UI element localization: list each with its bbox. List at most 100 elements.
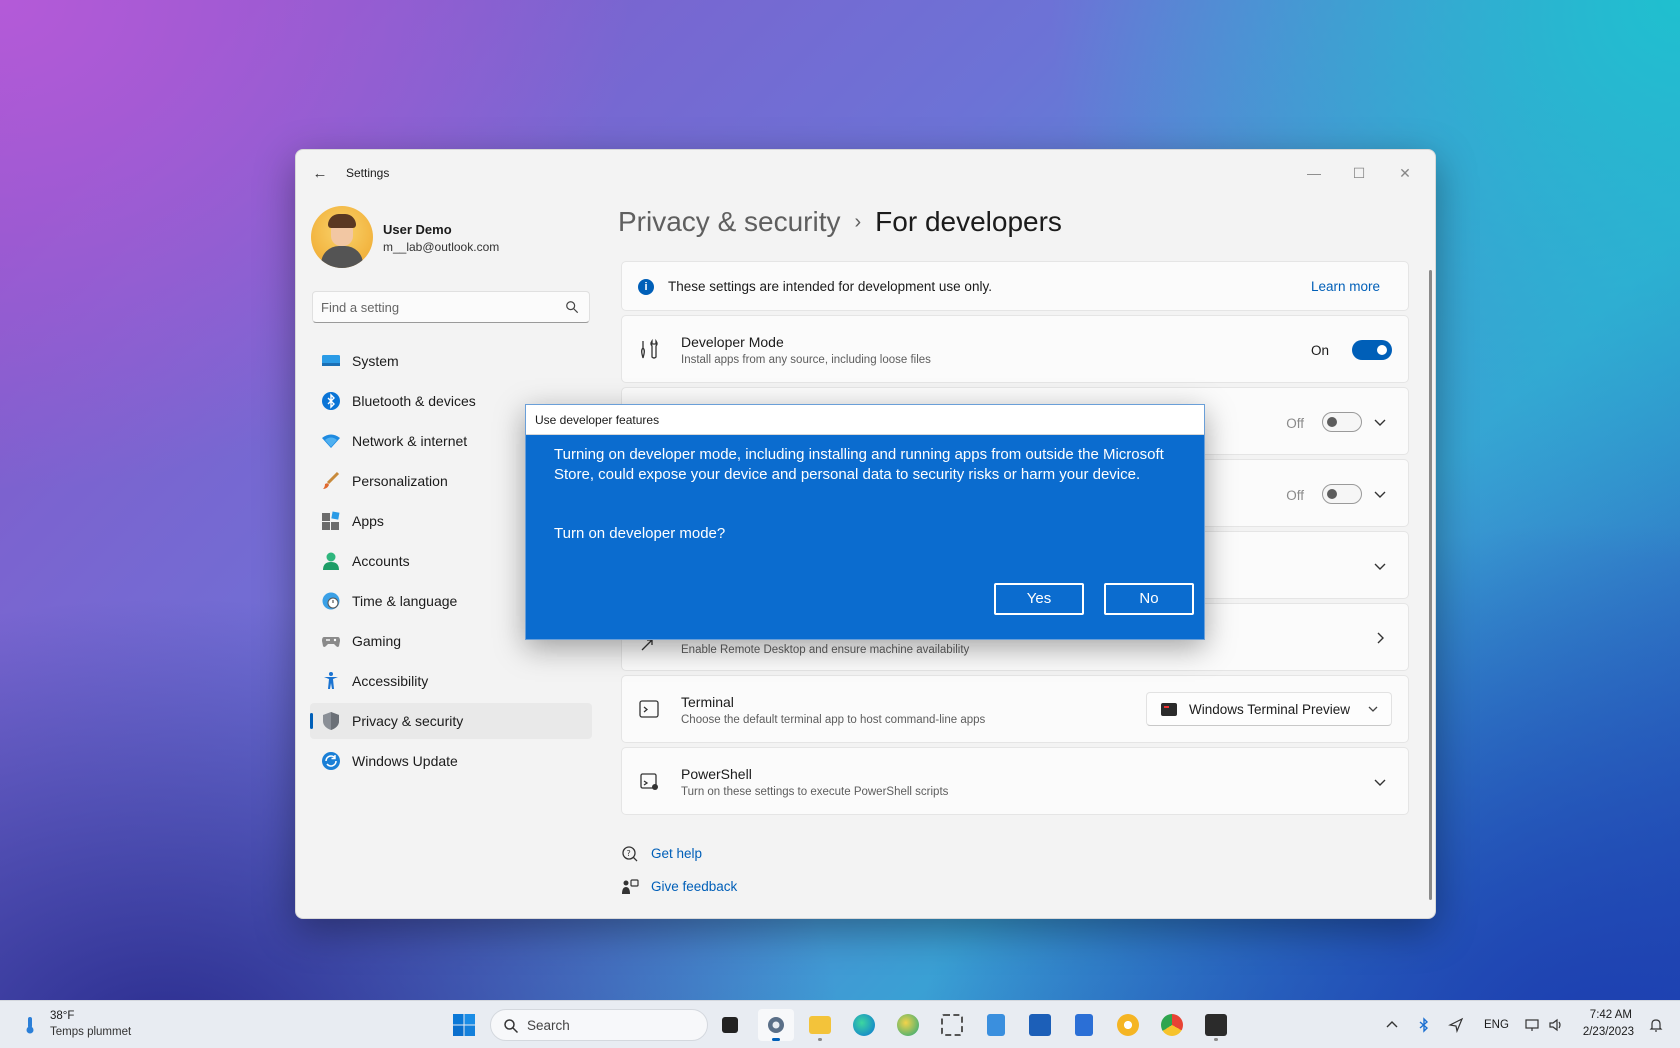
file-explorer-icon[interactable] <box>802 1009 838 1041</box>
setting-toggle-1[interactable] <box>1322 412 1362 432</box>
search-icon[interactable] <box>565 300 579 314</box>
get-help-label: Get help <box>651 846 702 861</box>
find-setting-search[interactable] <box>312 291 590 323</box>
thermometer-icon <box>20 1015 40 1035</box>
volume-icon[interactable] <box>1548 1017 1564 1033</box>
weather-widget[interactable]: 38°F Temps plummet <box>18 1009 158 1043</box>
no-button[interactable]: No <box>1104 583 1194 615</box>
user-profile[interactable]: User Demo m__lab@outlook.com <box>311 206 591 270</box>
help-icon: ? <box>621 845 639 863</box>
snipping-tool-icon[interactable] <box>934 1009 970 1041</box>
bluetooth-icon[interactable] <box>1416 1017 1432 1033</box>
bluetooth-icon <box>321 391 341 411</box>
chevron-down-icon[interactable] <box>1372 774 1388 790</box>
terminal-card: Terminal Choose the default terminal app… <box>621 675 1409 743</box>
weather-desc: Temps plummet <box>50 1026 131 1038</box>
terminal-icon[interactable] <box>1198 1009 1234 1041</box>
user-email: m__lab@outlook.com <box>383 240 499 254</box>
chrome-icon[interactable] <box>1154 1009 1190 1041</box>
minimize-button[interactable]: — <box>1294 158 1334 188</box>
accessibility-icon <box>321 671 341 691</box>
dialog-title: Use developer features <box>535 413 659 427</box>
sidebar-item-label: Bluetooth & devices <box>352 393 476 409</box>
chevron-right-icon[interactable] <box>1372 630 1388 646</box>
sidebar-item-label: Privacy & security <box>352 713 463 729</box>
sidebar-item-windows-update[interactable]: Windows Update <box>310 743 592 779</box>
developer-mode-card: Developer Mode Install apps from any sou… <box>621 315 1409 383</box>
update-icon <box>321 751 341 771</box>
store-icon[interactable] <box>1022 1009 1058 1041</box>
dialog-message: Turning on developer mode, including ins… <box>554 445 1174 485</box>
sidebar-item-label: Network & internet <box>352 433 467 449</box>
language-indicator[interactable]: ENG <box>1484 1019 1509 1031</box>
weather-temp: 38°F <box>50 1010 74 1022</box>
notepad-icon[interactable] <box>978 1009 1014 1041</box>
chevron-down-icon <box>1367 703 1379 715</box>
terminal-preview-icon <box>1161 703 1177 716</box>
terminal-desc: Choose the default terminal app to host … <box>681 714 985 726</box>
close-button[interactable]: ✕ <box>1385 158 1425 188</box>
dialog-title-bar: Use developer features <box>526 405 1204 435</box>
breadcrumb-separator: › <box>855 211 862 233</box>
taskbar-search[interactable]: Search <box>490 1009 708 1041</box>
developer-tools-icon <box>638 338 660 360</box>
location-icon[interactable] <box>1448 1017 1464 1033</box>
info-banner: i These settings are intended for develo… <box>621 261 1409 311</box>
sidebar-item-label: Accounts <box>352 553 410 569</box>
feedback-icon <box>621 878 639 896</box>
page-title: For developers <box>875 206 1062 237</box>
scrollbar[interactable] <box>1429 270 1432 900</box>
chevron-down-icon[interactable] <box>1372 486 1388 502</box>
sidebar-item-label: Gaming <box>352 633 401 649</box>
back-button[interactable]: ← <box>310 164 330 184</box>
sidebar-item-label: Windows Update <box>352 753 458 769</box>
network-icon[interactable] <box>1524 1017 1540 1033</box>
sidebar-item-privacy-security[interactable]: Privacy & security <box>310 703 592 739</box>
person-icon <box>321 551 341 571</box>
sidebar-item-label: Personalization <box>352 473 448 489</box>
maximize-button[interactable]: ☐ <box>1339 158 1379 188</box>
notification-icon[interactable] <box>1648 1017 1664 1033</box>
setting-toggle-2[interactable] <box>1322 484 1362 504</box>
powershell-card[interactable]: PowerShell Turn on these settings to exe… <box>621 747 1409 815</box>
remote-desktop-desc: Enable Remote Desktop and ensure machine… <box>681 644 969 656</box>
sidebar-item-label: Time & language <box>352 593 457 609</box>
shield-icon <box>321 711 341 731</box>
sidebar-item-label: Accessibility <box>352 673 428 689</box>
edge-canary-icon[interactable] <box>890 1009 926 1041</box>
toggle-state-2: Off <box>1286 488 1304 503</box>
taskbar: 38°F Temps plummet Search ENG 7:42 AM 2/… <box>0 1000 1680 1048</box>
info-text: These settings are intended for developm… <box>668 279 992 294</box>
terminal-title: Terminal <box>681 694 734 710</box>
sidebar-item-accessibility[interactable]: Accessibility <box>310 663 592 699</box>
yes-button[interactable]: Yes <box>994 583 1084 615</box>
app-title: Settings <box>346 166 389 180</box>
chevron-down-icon[interactable] <box>1372 414 1388 430</box>
developer-mode-toggle[interactable] <box>1352 340 1392 360</box>
edge-icon[interactable] <box>846 1009 882 1041</box>
chevron-up-icon[interactable] <box>1384 1017 1400 1033</box>
taskbar-search-label: Search <box>527 1018 570 1033</box>
search-icon <box>503 1018 519 1034</box>
dialog-question: Turn on developer mode? <box>554 525 725 542</box>
developer-mode-title: Developer Mode <box>681 334 784 350</box>
chevron-down-icon[interactable] <box>1372 558 1388 574</box>
chrome-canary-icon[interactable] <box>1110 1009 1146 1041</box>
svg-text:?: ? <box>627 849 631 858</box>
search-input[interactable] <box>321 292 561 322</box>
task-view-icon[interactable] <box>712 1009 748 1041</box>
windows-start-icon[interactable] <box>452 1013 476 1037</box>
terminal-app-dropdown[interactable]: Windows Terminal Preview <box>1146 692 1392 726</box>
word-icon[interactable] <box>1066 1009 1102 1041</box>
user-name: User Demo <box>383 222 452 237</box>
learn-more-link[interactable]: Learn more <box>1311 279 1380 294</box>
clock-time[interactable]: 7:42 AM <box>1590 1009 1632 1021</box>
sidebar-item-label: System <box>352 353 399 369</box>
sidebar-item-label: Apps <box>352 513 384 529</box>
toggle-state-1: Off <box>1286 416 1304 431</box>
developer-mode-desc: Install apps from any source, including … <box>681 354 931 366</box>
sidebar-item-system[interactable]: System <box>310 343 592 379</box>
breadcrumb-parent[interactable]: Privacy & security <box>618 206 841 237</box>
clock-date[interactable]: 2/23/2023 <box>1583 1026 1634 1038</box>
settings-icon[interactable] <box>758 1009 794 1041</box>
